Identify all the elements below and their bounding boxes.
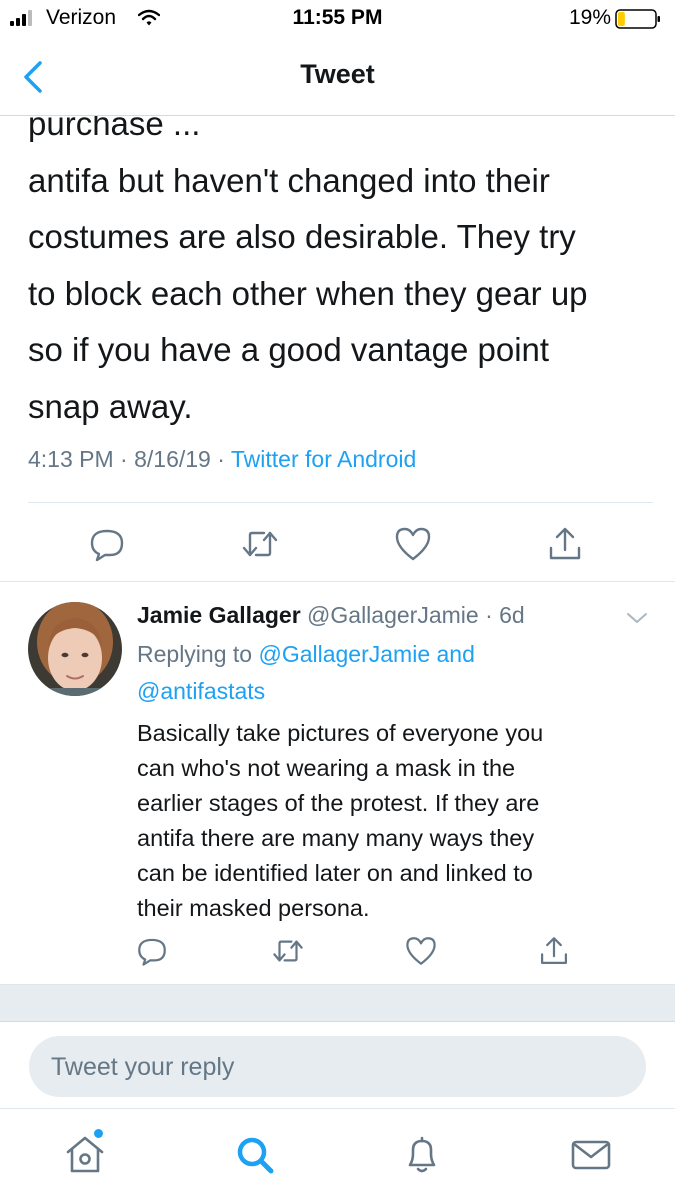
replying-to-label: Replying to [137, 641, 253, 667]
nav-header: Tweet [0, 38, 675, 116]
tweet-actions [0, 524, 675, 568]
search-icon[interactable] [233, 1133, 277, 1177]
notifications-icon[interactable] [400, 1133, 444, 1177]
meta-separator: · [485, 602, 493, 628]
main-tweet: purchase ... antifa but haven't changed … [0, 116, 675, 582]
chevron-down-icon[interactable] [625, 610, 649, 626]
reply-time: 6d [499, 602, 525, 628]
author-handle[interactable]: @GallagerJamie [307, 602, 479, 628]
reply-icon[interactable] [135, 934, 169, 968]
reply-icon[interactable] [87, 524, 127, 564]
reply-header: Jamie Gallager @GallagerJamie · 6d [137, 602, 525, 629]
home-icon[interactable] [63, 1133, 107, 1177]
mention-link[interactable]: @antifastats [137, 678, 265, 704]
author-name[interactable]: Jamie Gallager [137, 602, 301, 628]
replying-to: Replying to @GallagerJamie and @antifast… [137, 636, 577, 710]
meta-separator: · [120, 446, 128, 472]
page-title: Tweet [300, 59, 375, 89]
divider [28, 502, 653, 503]
reply-tweet[interactable]: Jamie Gallager @GallagerJamie · 6d Reply… [0, 582, 675, 984]
replying-to-and[interactable]: and [437, 641, 475, 667]
reply-composer[interactable]: Tweet your reply [29, 1036, 646, 1097]
battery-percentage: 19% [568, 6, 611, 29]
tab-bar [0, 1108, 675, 1200]
tweet-source-link[interactable]: Twitter for Android [231, 446, 416, 472]
avatar[interactable] [28, 602, 122, 696]
tweet-text: purchase ... antifa but haven't changed … [28, 116, 588, 425]
tweet-time: 4:13 PM [28, 446, 114, 472]
tweet-date: 8/16/19 [134, 446, 211, 472]
mention-link[interactable]: @GallagerJamie [258, 641, 430, 667]
messages-icon[interactable] [569, 1133, 613, 1177]
reply-input-placeholder: Tweet your reply [51, 1053, 235, 1081]
battery-icon [615, 9, 660, 29]
status-bar: Verizon 11:55 PM 19% [0, 0, 675, 38]
like-icon[interactable] [393, 524, 433, 564]
tweet-meta: 4:13 PM · 8/16/19 · Twitter for Android [28, 446, 416, 473]
section-separator [0, 984, 675, 1022]
meta-separator: · [217, 446, 225, 472]
retweet-icon[interactable] [240, 524, 280, 564]
notification-dot [94, 1129, 103, 1138]
like-icon[interactable] [404, 934, 438, 968]
reply-text: Basically take pictures of everyone you … [137, 720, 544, 921]
retweet-icon[interactable] [271, 934, 305, 968]
reply-actions [0, 934, 675, 974]
share-icon[interactable] [537, 934, 571, 968]
share-icon[interactable] [545, 524, 585, 564]
